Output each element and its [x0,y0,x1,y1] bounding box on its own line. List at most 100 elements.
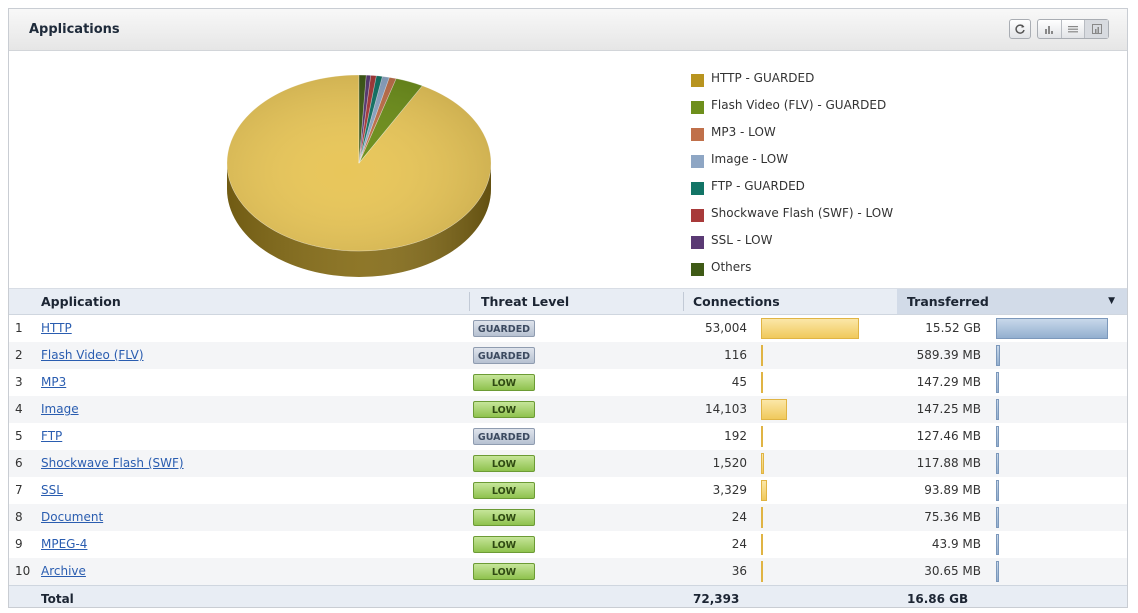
threat-level-badge: LOW [473,374,535,391]
application-link[interactable]: Shockwave Flash (SWF) [41,450,184,477]
table-total-row: Total 72,393 16.86 GB [9,585,1127,607]
transferred-value: 30.65 MB [924,564,981,578]
connections-bar [761,345,763,366]
column-header-threat-level[interactable]: Threat Level [469,289,683,314]
application-link[interactable]: MP3 [41,369,66,396]
connections-value: 24 [731,537,747,551]
connections-value: 24 [731,510,747,524]
connections-value: 36 [731,564,747,578]
table-row[interactable]: 1 HTTP GUARDED 53,004 15.52 GB [9,315,1127,342]
refresh-icon [1015,24,1025,34]
table-row[interactable]: 3 MP3 LOW 45 147.29 MB [9,369,1127,396]
connections-value: 116 [724,348,747,362]
legend-label: HTTP - GUARDED [711,71,815,85]
threat-level-badge: GUARDED [473,428,535,445]
application-link[interactable]: FTP [41,423,62,450]
threat-level-badge: LOW [473,536,535,553]
transferred-bar [996,426,999,447]
application-link[interactable]: Image [41,396,79,423]
threat-level-badge: LOW [473,563,535,580]
table-row[interactable]: 9 MPEG-4 LOW 24 43.9 MB [9,531,1127,558]
row-index: 3 [15,375,23,389]
application-link[interactable]: Document [41,504,103,531]
connections-bar [761,426,763,447]
transferred-value: 15.52 GB [925,321,981,335]
connections-value: 53,004 [705,321,747,335]
pie-chart-icon [1091,24,1102,34]
legend-label: SSL - LOW [711,233,773,247]
row-index: 10 [15,564,31,578]
sort-descending-icon: ▼ [1108,296,1115,306]
total-connections: 72,393 [693,592,740,606]
application-link[interactable]: SSL [41,477,63,504]
legend-swatch [691,101,704,114]
table-row[interactable]: 8 Document LOW 24 75.36 MB [9,504,1127,531]
transferred-bar [996,453,999,474]
row-index: 1 [15,321,23,335]
threat-level-badge: GUARDED [473,347,535,364]
row-index: 4 [15,402,23,416]
connections-value: 1,520 [712,456,747,470]
application-link[interactable]: Archive [41,558,86,585]
list-view-icon [1068,26,1078,33]
transferred-value: 93.89 MB [924,483,981,497]
table-row[interactable]: 2 Flash Video (FLV) GUARDED 116 589.39 MB [9,342,1127,369]
connections-bar [761,480,768,501]
transferred-bar [996,507,999,528]
table-row[interactable]: 10 Archive LOW 36 30.65 MB [9,558,1127,585]
application-link[interactable]: MPEG-4 [41,531,87,558]
view-toggle-group [1037,19,1109,39]
table-row[interactable]: 5 FTP GUARDED 192 127.46 MB [9,423,1127,450]
column-header-application[interactable]: Application [33,289,469,314]
connections-value: 192 [724,429,747,443]
connections-bar [761,318,859,339]
application-link[interactable]: HTTP [41,315,72,342]
pie-chart-view-button[interactable] [1085,20,1109,38]
legend-label: FTP - GUARDED [711,179,805,193]
column-header-transferred-label: Transferred [907,294,989,309]
column-header-connections[interactable]: Connections [683,289,897,314]
transferred-bar [996,534,999,555]
connections-bar [761,453,764,474]
legend-label: Others [711,260,752,274]
transferred-value: 43.9 MB [931,537,981,551]
table-row[interactable]: 7 SSL LOW 3,329 93.89 MB [9,477,1127,504]
connections-value: 45 [731,375,747,389]
connections-value: 14,103 [705,402,747,416]
legend-swatch [691,74,704,87]
legend-swatch [691,128,704,141]
list-view-button[interactable] [1062,20,1086,38]
legend-label: Image - LOW [711,152,789,166]
legend-label: Flash Video (FLV) - GUARDED [711,98,887,112]
row-index: 9 [15,537,23,551]
table-header: Application Threat Level Connections Tra… [9,288,1127,315]
bar-chart-view-button[interactable] [1038,20,1062,38]
transferred-bar [996,399,999,420]
refresh-button[interactable] [1009,19,1031,39]
row-index: 2 [15,348,23,362]
applications-table: Application Threat Level Connections Tra… [9,288,1127,607]
row-index: 7 [15,483,23,497]
transferred-value: 127.46 MB [916,429,981,443]
application-link[interactable]: Flash Video (FLV) [41,342,144,369]
connections-bar [761,561,763,582]
bar-chart-icon [1045,26,1054,34]
row-index: 6 [15,456,23,470]
transferred-bar [996,372,999,393]
table-body: 1 HTTP GUARDED 53,004 15.52 GB 2 Flash Video (… [9,315,1127,585]
total-label: Total [41,592,74,606]
transferred-bar [996,345,1001,366]
table-row[interactable]: 6 Shockwave Flash (SWF) LOW 1,520 117.88 MB [9,450,1127,477]
applications-pie-chart [226,74,492,277]
panel-title: Applications [29,22,120,37]
transferred-value: 147.29 MB [916,375,981,389]
threat-level-badge: LOW [473,509,535,526]
column-header-transferred[interactable]: Transferred ▼ [897,289,1127,314]
legend-swatch [691,182,704,195]
legend-swatch [691,155,704,168]
legend-label: Shockwave Flash (SWF) - LOW [711,206,894,220]
legend-swatch [691,236,704,249]
threat-level-badge: GUARDED [473,320,535,337]
legend-swatch [691,209,704,222]
table-row[interactable]: 4 Image LOW 14,103 147.25 MB [9,396,1127,423]
